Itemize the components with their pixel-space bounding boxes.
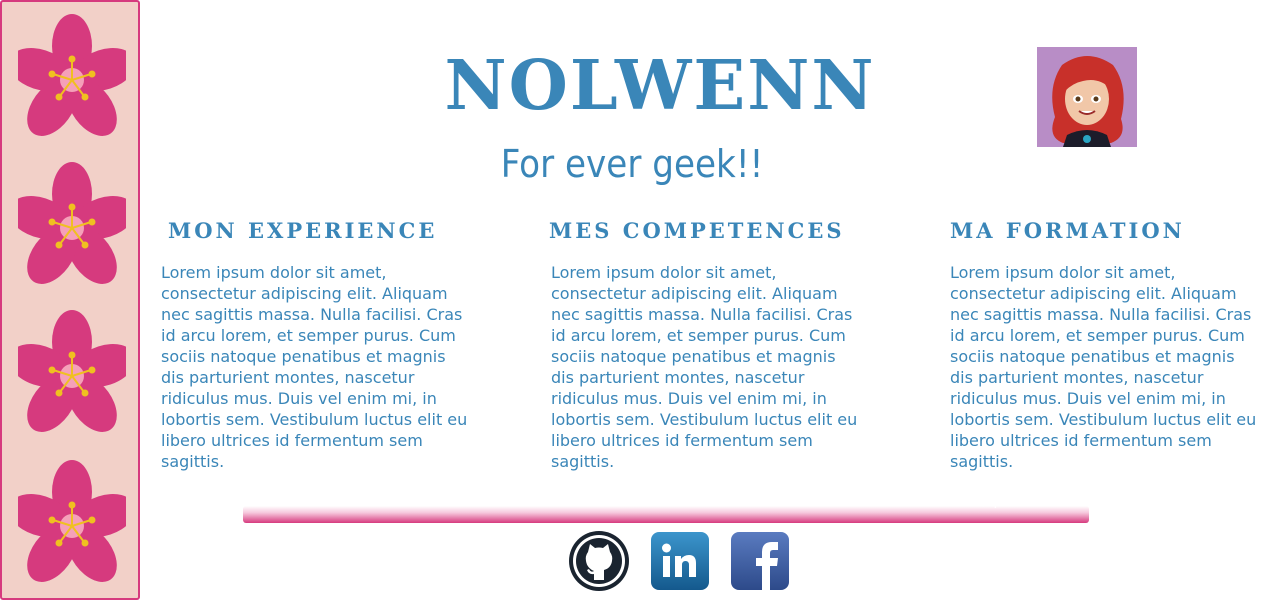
flower-icon [18, 310, 126, 432]
page-title: NOLWENN [444, 46, 876, 126]
linkedin-icon [651, 532, 709, 590]
section-text-experience: Lorem ipsum dolor sit amet, consectetur … [161, 263, 468, 471]
section-title-formation: MA FORMATION [950, 218, 1185, 243]
bar-overflow-text: tetur, ipsum m [950, 494, 1047, 509]
github-icon [569, 531, 629, 591]
facebook-link[interactable] [729, 530, 791, 592]
facebook-icon [731, 532, 789, 590]
section-title-competences: MES COMPETENCES [549, 218, 845, 243]
section-title-experience: MON EXPERIENCE [168, 218, 438, 243]
section-text-formation: Lorem ipsum dolor sit amet, consectetur … [950, 263, 1257, 471]
github-link[interactable] [568, 530, 630, 592]
linkedin-link[interactable] [649, 530, 711, 592]
flower-icon [18, 14, 126, 136]
flower-sidebar [0, 0, 140, 600]
flower-icon [18, 162, 126, 284]
page-subtitle: For ever geek!! [500, 142, 764, 186]
flower-icon [18, 460, 126, 582]
avatar [1037, 47, 1137, 147]
section-text-competences: Lorem ipsum dolor sit amet, consectetur … [551, 263, 858, 471]
